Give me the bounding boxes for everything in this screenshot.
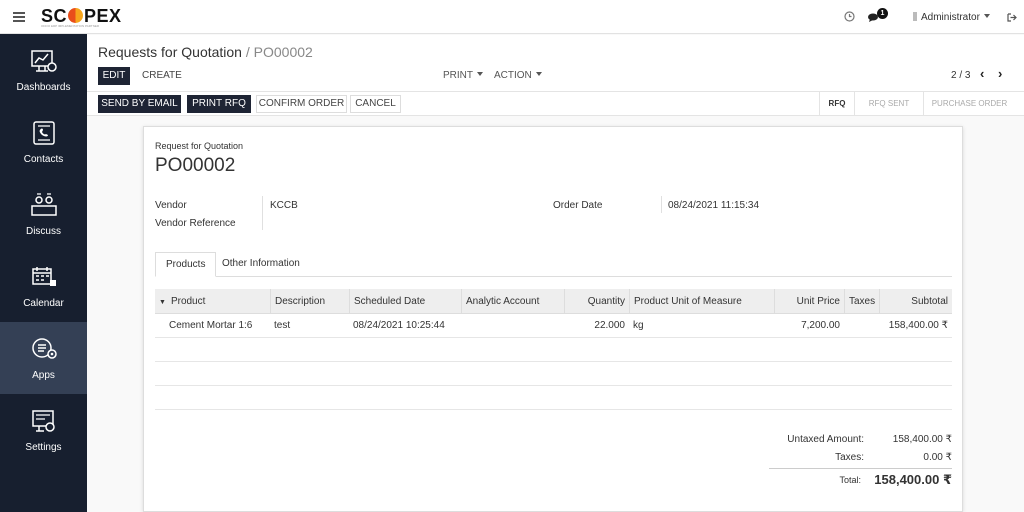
logo-tagline: ODOO ERP IMPLEMENTATION PARTNER (41, 24, 100, 28)
tab-products[interactable]: Products (155, 252, 217, 277)
clock-icon[interactable] (844, 11, 855, 22)
contacts-icon (33, 121, 55, 145)
user-avatar-icon (913, 12, 917, 21)
discuss-icon (31, 193, 57, 216)
cell-subtotal: 158,400.00 ₹ (888, 320, 948, 331)
sort-icon: ▼ (159, 299, 166, 306)
taxes-value: 0.00 ₹ (923, 452, 952, 463)
untaxed-amount-label: Untaxed Amount: (787, 434, 864, 445)
breadcrumb-separator: / (245, 44, 250, 60)
vendor-reference-label: Vendor Reference (155, 218, 236, 229)
cell-description: test (274, 320, 291, 331)
user-name: Administrator (921, 12, 980, 23)
calendar-icon (32, 267, 56, 286)
field-divider (262, 196, 263, 230)
menu-icon[interactable] (13, 12, 25, 22)
column-header-taxes[interactable]: Taxes (844, 289, 879, 314)
column-header-analytic-account[interactable]: Analytic Account (461, 289, 564, 314)
edit-button[interactable]: EDIT (98, 67, 130, 85)
chat-badge: 1 (877, 8, 888, 19)
apps-icon (32, 338, 57, 359)
print-dropdown[interactable]: PRINT (443, 70, 483, 81)
page-title: PO00002 (155, 155, 236, 176)
stage-rfq-sent: RFQ SENT (868, 99, 910, 108)
cell-unit-price: 7,200.00 (801, 320, 840, 331)
stage-purchase-order: PURCHASE ORDER (931, 99, 1008, 108)
sidebar-item-label: Calendar (23, 298, 64, 309)
sidebar-item-contacts[interactable]: Contacts (0, 106, 87, 178)
table-row[interactable]: Cement Mortar 1:6 test 08/24/2021 10:25:… (155, 314, 952, 338)
app-sidebar: Dashboards Contacts Discuss Calendar App… (0, 34, 87, 512)
vendor-reference-field[interactable] (270, 218, 410, 230)
send-by-email-button[interactable]: SEND BY EMAIL (98, 95, 181, 113)
column-header-product[interactable]: ▼ Product (155, 289, 270, 314)
totals-divider (769, 468, 952, 469)
taxes-label: Taxes: (835, 452, 864, 463)
empty-table-row (155, 362, 952, 386)
cell-quantity: 22.000 (594, 320, 625, 331)
empty-table-row (155, 386, 952, 410)
action-dropdown[interactable]: ACTION (494, 70, 542, 81)
user-menu[interactable]: Administrator (913, 12, 990, 23)
total-value: 158,400.00 ₹ (874, 472, 952, 487)
total-label: Total: (839, 475, 861, 485)
sidebar-item-label: Apps (32, 370, 55, 381)
column-header-scheduled-date[interactable]: Scheduled Date (349, 289, 461, 314)
breadcrumb: Requests for Quotation / PO00002 (98, 44, 313, 60)
pager-value[interactable]: 2 / 3 (951, 70, 970, 81)
chevron-down-icon (477, 72, 483, 76)
pager-previous-icon[interactable]: ‹ (980, 66, 984, 81)
breadcrumb-parent[interactable]: Requests for Quotation (98, 44, 242, 60)
status-bar: SEND BY EMAIL PRINT RFQ CONFIRM ORDER CA… (87, 92, 1024, 116)
sidebar-item-calendar[interactable]: Calendar (0, 250, 87, 322)
sidebar-item-label: Dashboards (16, 82, 71, 93)
tab-other-information[interactable]: Other Information (212, 252, 310, 277)
vendor-label: Vendor (155, 200, 187, 211)
create-button[interactable]: CREATE (142, 70, 182, 81)
top-navbar: SC PEX ODOO ERP IMPLEMENTATION PARTNER 1 … (0, 0, 1024, 34)
vendor-field[interactable]: KCCB (270, 200, 298, 211)
print-rfq-button[interactable]: PRINT RFQ (187, 95, 251, 113)
breadcrumb-current: PO00002 (253, 44, 313, 60)
settings-icon (32, 410, 55, 432)
pager-next-icon[interactable]: › (998, 66, 1002, 81)
cell-taxes (844, 314, 879, 338)
cell-scheduled-date: 08/24/2021 10:25:44 (353, 320, 445, 331)
cell-product: Cement Mortar 1:6 (169, 320, 253, 331)
order-date-field[interactable]: 08/24/2021 11:15:34 (668, 200, 759, 211)
field-divider (661, 196, 662, 213)
sidebar-item-dashboards[interactable]: Dashboards (0, 34, 87, 106)
control-panel: Requests for Quotation / PO00002 EDIT CR… (87, 35, 1024, 92)
form-subtitle: Request for Quotation (155, 141, 244, 151)
column-header-quantity[interactable]: Quantity (564, 289, 629, 314)
confirm-order-button[interactable]: CONFIRM ORDER (256, 95, 347, 113)
cancel-button[interactable]: CANCEL (350, 95, 401, 113)
chevron-down-icon (535, 72, 542, 76)
sidebar-item-apps[interactable]: Apps (0, 322, 87, 394)
form-sheet: Request for Quotation PO00002 Vendor KCC… (143, 126, 963, 512)
form-tabs: Products Other Information (155, 252, 952, 277)
sidebar-item-settings[interactable]: Settings (0, 394, 87, 466)
untaxed-amount-value: 158,400.00 ₹ (892, 434, 952, 445)
sidebar-item-label: Settings (25, 442, 62, 453)
column-header-subtotal[interactable]: Subtotal (879, 289, 952, 314)
chevron-down-icon (983, 14, 990, 18)
column-header-description[interactable]: Description (270, 289, 349, 314)
stage-rfq: RFQ (828, 99, 846, 108)
cell-analytic-account (461, 314, 564, 338)
column-header-unit-of-measure[interactable]: Product Unit of Measure (629, 289, 774, 314)
table-header: ▼ Product Description Scheduled Date Anal… (155, 289, 952, 314)
cell-unit-of-measure: kg (633, 320, 644, 331)
sidebar-item-label: Contacts (23, 154, 64, 165)
column-header-unit-price[interactable]: Unit Price (774, 289, 844, 314)
empty-table-row (155, 338, 952, 362)
logout-icon[interactable] (1007, 13, 1017, 22)
sidebar-item-discuss[interactable]: Discuss (0, 178, 87, 250)
order-date-label: Order Date (553, 200, 603, 211)
dashboard-icon (31, 50, 57, 72)
sidebar-item-label: Discuss (25, 226, 61, 237)
